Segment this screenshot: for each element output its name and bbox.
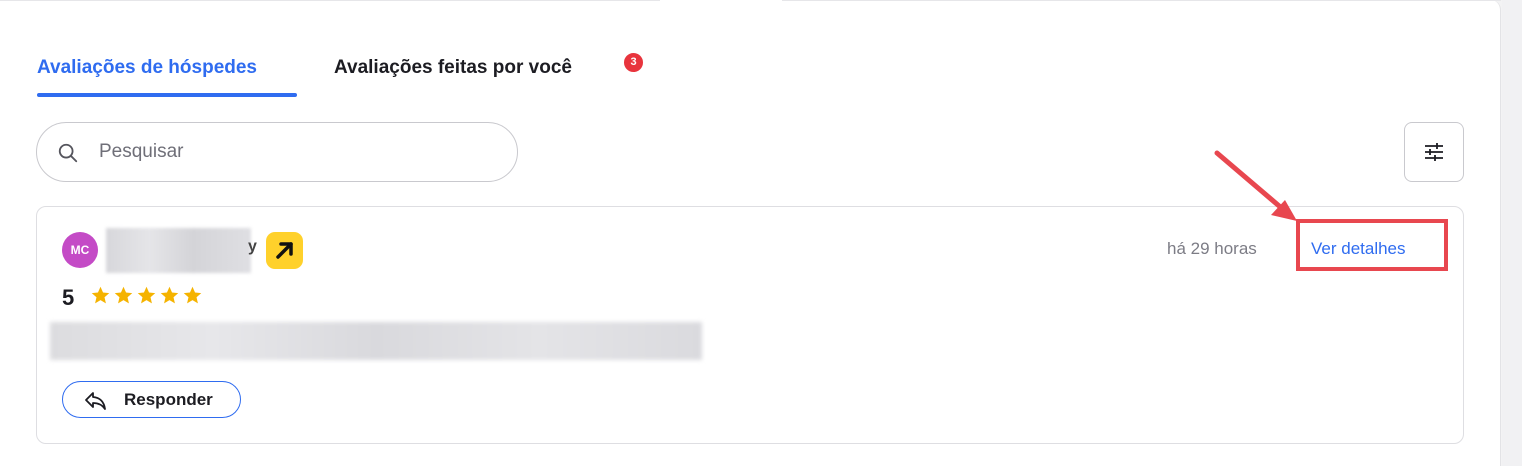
- reply-icon: [85, 392, 106, 410]
- filter-button[interactable]: [1404, 122, 1464, 182]
- panel-top-gap: [660, 0, 782, 2]
- star-icon: [137, 286, 156, 304]
- search-input[interactable]: [99, 123, 499, 180]
- booking-source-icon: [266, 232, 303, 269]
- page-background-strip: [1502, 0, 1522, 466]
- active-tab-underline: [37, 93, 297, 97]
- star-icon: [183, 286, 202, 304]
- notification-badge: 3: [622, 51, 645, 74]
- tab-guest-reviews[interactable]: Avaliações de hóspedes: [37, 57, 257, 79]
- star-icon: [114, 286, 133, 304]
- reply-label: Responder: [124, 390, 213, 409]
- arrow-up-right-icon: [276, 242, 293, 259]
- blurred-guest-name: [106, 228, 251, 273]
- review-timestamp: há 29 horas: [1167, 239, 1257, 258]
- annotation-arrow-icon: [1214, 150, 1297, 221]
- search-box[interactable]: [36, 122, 518, 182]
- star-icon: [91, 286, 110, 304]
- star-icon: [160, 286, 179, 304]
- guest-name-visible: y: [248, 238, 257, 255]
- avatar: MC: [62, 232, 98, 268]
- view-details-link[interactable]: Ver detalhes: [1311, 239, 1406, 259]
- tab-your-reviews[interactable]: Avaliações feitas por você: [334, 57, 572, 79]
- sliders-icon: [1425, 143, 1443, 161]
- rating-value: 5: [62, 285, 75, 310]
- search-icon: [58, 143, 78, 163]
- star-rating: [90, 285, 203, 306]
- blurred-review-text: [50, 322, 702, 360]
- reply-button[interactable]: Responder: [62, 381, 241, 418]
